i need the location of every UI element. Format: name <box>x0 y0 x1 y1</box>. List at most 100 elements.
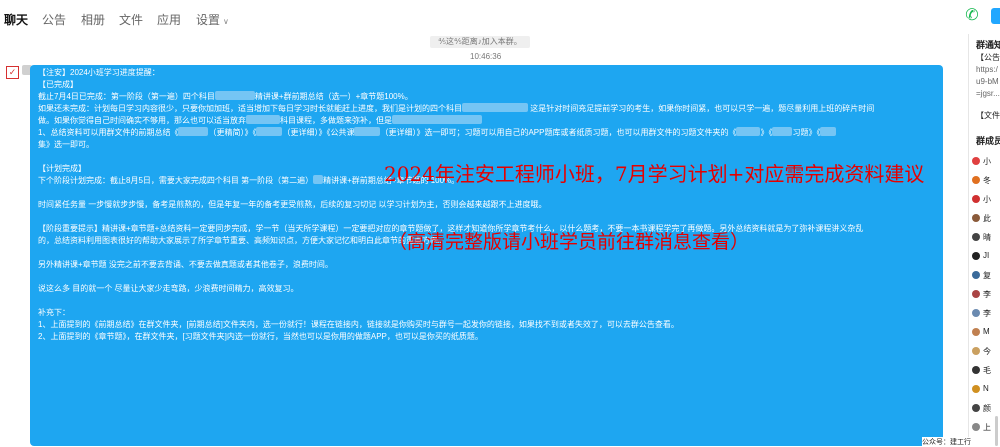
member-avatar <box>972 233 980 241</box>
message-text: 这是针对时间充足提前学习的考生，如果你时间紧，也可以只学一遍，题尽量利用上班的碎… <box>530 104 875 113</box>
message-text: 做。如果你觉得自己时间确实不够用，那么也可以适当放弃 <box>38 116 246 125</box>
redaction-block <box>246 115 280 124</box>
overlay-title: 2024年注安工程师小班，7月学习计划+对应需完成资料建议 <box>384 162 925 186</box>
message-line: 补充下： <box>38 308 70 317</box>
tab-chat[interactable]: 聊天 <box>4 11 28 28</box>
message-line: 做。如果你觉得自己时间确实不够用，那么也可以适当放弃 科目课程，多做题来弥补，但是 <box>38 115 935 127</box>
member-avatar <box>972 309 980 317</box>
message-text: 下个阶段计划完成：截止8月5日，需要大家完成四个科目 第一阶段（第二遍） <box>38 176 314 185</box>
member-avatar <box>972 366 980 374</box>
message-text: 截止7月4日已完成：第一阶段（第一遍）四个科目 <box>38 92 215 101</box>
message-text: （更精简）》《 <box>208 128 257 137</box>
redaction-block <box>256 127 283 136</box>
member-name: 李 <box>983 290 991 299</box>
tab-settings[interactable]: 设置 ∨ <box>196 11 229 28</box>
member-avatar <box>972 404 980 412</box>
member-avatar <box>972 271 980 279</box>
member-avatar <box>972 290 980 298</box>
message-line: 1、总结资料可以用群文件的前期总结《 （更精简）》《 （更详细）》《公共课 （更详细）… <box>38 127 935 139</box>
message-line: 时间紧任务量 一步慢就步步慢，备考是煎熬的，但是年复一年的备考更受煎熬，后续的复… <box>38 200 547 209</box>
member-name: 今 <box>983 347 991 356</box>
member-name: 小 <box>983 157 991 166</box>
member-name: 李 <box>983 309 991 318</box>
member-item[interactable]: 小 <box>972 194 1000 206</box>
redaction-block <box>178 127 209 136</box>
member-item[interactable]: 复 <box>972 270 1000 282</box>
scrollbar[interactable] <box>995 416 998 446</box>
message-line: 如果还未完成：计划每日学习内容很少，只要你加加班，适当增加下每日学习时长就能赶上… <box>38 103 935 115</box>
member-item[interactable]: 颜 <box>972 403 1000 415</box>
tab-apps[interactable]: 应用 <box>157 11 181 28</box>
member-item[interactable]: 李 <box>972 289 1000 301</box>
member-item[interactable]: 冬 <box>972 175 1000 187</box>
member-item[interactable]: 今 <box>972 346 1000 358</box>
message-text: （更详细）》选一即可；习题可以用自己的APP题库或者纸质习题，也可以用群文件的习… <box>380 128 737 137</box>
phone-icon[interactable]: ✆ <box>962 6 982 26</box>
message-line: 【已完成】 <box>38 80 78 89</box>
member-item[interactable]: 此 <box>972 213 1000 225</box>
tab-settings-label: 设置 <box>196 13 221 27</box>
member-avatar <box>972 157 980 165</box>
member-name: 上 <box>983 423 991 432</box>
member-avatar <box>972 195 980 203</box>
member-item[interactable]: JI <box>972 251 1000 263</box>
member-name: N <box>983 384 989 393</box>
member-name: 此 <box>983 214 991 223</box>
message-text: 习题》《 <box>792 128 821 137</box>
redaction-block <box>736 127 761 136</box>
member-item[interactable]: 毛 <box>972 365 1000 377</box>
member-name: 晴 <box>983 233 991 242</box>
message-timestamp: 10:46:36 <box>470 52 502 61</box>
system-notice: ⅘这⅘距离♪加入本群。 <box>430 36 530 48</box>
file-tag: 【文件 <box>976 111 1000 120</box>
tab-album[interactable]: 相册 <box>81 11 105 28</box>
notice-link[interactable]: https:/ <box>976 65 998 74</box>
message-line: 说这么多 目的就一个 尽量让大家少走弯路，少浪费时间精力，高效复习。 <box>38 284 299 293</box>
member-item[interactable]: N <box>972 384 1000 396</box>
notice-link[interactable]: =jgsr... <box>976 89 1000 98</box>
member-avatar <box>972 423 980 431</box>
message-line: 集》选一即可。 <box>38 140 94 149</box>
group-members-title: 群成员 <box>976 136 1000 146</box>
member-item[interactable]: 小 <box>972 156 1000 168</box>
member-avatar <box>972 328 980 336</box>
member-avatar <box>972 252 980 260</box>
redaction-block <box>214 91 255 100</box>
member-avatar <box>972 347 980 355</box>
overlay-subtitle: （高清完整版请小班学员前往群消息查看） <box>388 231 750 253</box>
message-line: 截止7月4日已完成：第一阶段（第一遍）四个科目 精讲课+群前期总结（选一）+章节题… <box>38 91 935 103</box>
member-item[interactable]: 晴 <box>972 232 1000 244</box>
message-text: 如果还未完成：计划每日学习内容很少，只要你加加班，适当增加下每日学习时长就能赶上… <box>38 104 462 113</box>
message-text: 精讲课+群前期总结（选一）+章节题100%。 <box>254 92 413 101</box>
message-text: 1、总结资料可以用群文件的前期总结《 <box>38 128 179 137</box>
member-avatar <box>972 176 980 184</box>
member-name: JI <box>983 251 990 260</box>
redaction-block <box>820 127 837 136</box>
member-name: 颜 <box>983 404 991 413</box>
redaction-block <box>392 115 482 124</box>
redaction-block <box>313 175 324 184</box>
message-select-checkbox[interactable]: ✓ <box>6 66 19 79</box>
top-tab-bar: 聊天 公告 相册 文件 应用 设置 ∨ <box>0 0 968 35</box>
member-item[interactable]: 李 <box>972 308 1000 320</box>
member-avatar <box>972 385 980 393</box>
redaction-block <box>772 127 793 136</box>
tab-files[interactable]: 文件 <box>119 11 143 28</box>
message-text: 》《 <box>760 128 773 137</box>
member-name: 毛 <box>983 366 991 375</box>
member-item[interactable]: M <box>972 327 1000 339</box>
message-line: 2、上面提到的《章节题》，在群文件夹，[习题文件夹]内选一份就行，当然也可以是你… <box>38 332 483 341</box>
redaction-block <box>462 103 528 112</box>
notice-link[interactable]: u9-bM <box>976 77 999 86</box>
message-text: 科目课程，多做题来弥补，但是 <box>280 116 392 125</box>
message-line: 【注安】2024小班学习进度提醒： <box>38 68 160 77</box>
message-line: 另外精讲课+章节题 没完之前不要去背诵、不要去做真题或者其他卷子，浪费时间。 <box>38 260 333 269</box>
video-call-icon[interactable] <box>991 8 1000 24</box>
notice-tag: 【公告 <box>976 53 1000 62</box>
tab-announcements[interactable]: 公告 <box>42 11 66 28</box>
member-name: 复 <box>983 271 991 280</box>
message-bubble[interactable]: 【注安】2024小班学习进度提醒： 【已完成】 截止7月4日已完成：第一阶段（第… <box>30 65 943 446</box>
group-sidebar: 群通知 【公告 https:/ u9-bM =jgsr... 【文件 群成员 小… <box>968 34 1000 446</box>
redaction-block <box>354 127 381 136</box>
member-name: M <box>983 327 990 336</box>
